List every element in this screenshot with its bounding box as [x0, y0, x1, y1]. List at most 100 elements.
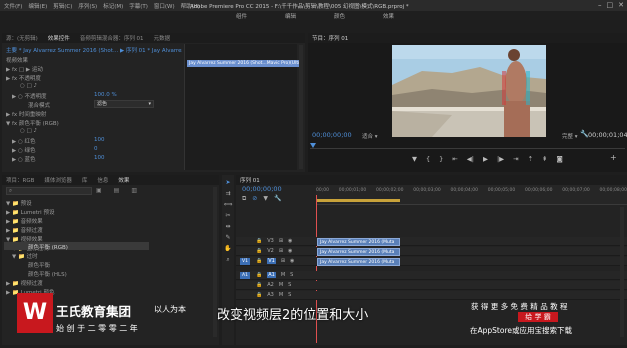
menu-edit[interactable]: 编辑(E) — [28, 2, 47, 10]
quality-select[interactable]: 完整 ▾ — [562, 132, 578, 140]
track-header-a3[interactable]: 🔒 A3 M S — [256, 292, 291, 298]
32bit-effects-icon[interactable]: ▤ — [114, 187, 120, 194]
tree-presets[interactable]: ▼ 📁 预设 — [6, 199, 32, 207]
hand-tool-icon[interactable]: ✋ — [224, 245, 231, 252]
lock-icon[interactable]: 🔒 — [256, 292, 262, 298]
workspace-tab-editing[interactable]: 编辑 — [285, 12, 296, 20]
minimize-icon[interactable]: – — [598, 1, 602, 9]
tree-color-balance-rgb[interactable]: 颜色平衡 (RGB) — [28, 243, 68, 251]
opacity-mask-tools[interactable]: ○ □ ♪ — [20, 83, 37, 89]
sync-lock-icon[interactable]: ⊞ — [279, 238, 283, 244]
close-icon[interactable]: ✕ — [618, 1, 624, 9]
tree-color-balance-hls[interactable]: 颜色平衡 (HLS) — [28, 270, 67, 278]
sync-lock-icon[interactable]: ⊞ — [281, 258, 285, 264]
track-header-v3[interactable]: 🔒 V3 ⊞ ◉ — [256, 238, 292, 244]
lock-icon[interactable]: 🔒 — [256, 248, 262, 254]
snap-icon[interactable]: ⧉ — [242, 195, 246, 203]
tree-color-balance-rgb-row[interactable] — [4, 242, 149, 250]
lock-icon[interactable]: 🔒 — [256, 282, 262, 288]
tab-sequence-01[interactable]: 序列 01 — [240, 176, 260, 184]
green-value[interactable]: 0 — [94, 146, 98, 152]
linked-selection-icon[interactable]: ⊘ — [252, 195, 257, 203]
zoom-tool-icon[interactable]: ⌕ — [226, 256, 229, 264]
mute-button[interactable]: M — [279, 282, 283, 288]
effect-row-motion[interactable]: ▶ fx □ ▶ 运动 — [6, 65, 43, 73]
tab-project[interactable]: 项目：RGB — [6, 176, 34, 184]
step-back-icon[interactable]: ◀| — [467, 155, 474, 163]
opacity-value[interactable]: 100.0 % — [94, 92, 117, 98]
menu-title[interactable]: 字幕(T) — [129, 2, 148, 10]
maximize-icon[interactable]: □ — [607, 1, 614, 9]
effects-search-input[interactable] — [16, 188, 90, 194]
blue-param[interactable]: ▶ ○ 蓝色 — [12, 155, 36, 163]
red-param[interactable]: ▶ ○ 红色 — [12, 137, 36, 145]
clip-v1[interactable]: Jay Alvarrez Summer 2016 (Muta — [317, 258, 400, 266]
go-to-in-icon[interactable]: ⇤ — [452, 155, 457, 163]
lock-icon[interactable]: 🔒 — [256, 258, 262, 264]
blend-mode-select[interactable]: 滤色 ▾ — [94, 100, 154, 108]
timeline-timecode[interactable]: 00;00;00;00 — [242, 185, 282, 193]
mark-in-icon[interactable]: { — [426, 155, 430, 163]
pen-tool-icon[interactable]: ✎ — [225, 234, 230, 241]
tree-audio-effects[interactable]: ▶ 📁 音频效果 — [6, 217, 43, 225]
lock-icon[interactable]: 🔒 — [256, 272, 262, 278]
slip-tool-icon[interactable]: ⇹ — [225, 223, 230, 230]
selection-tool-icon[interactable]: ➤ — [225, 179, 230, 186]
playhead-marker[interactable] — [310, 143, 316, 148]
tab-info[interactable]: 信息 — [97, 176, 108, 184]
solo-button[interactable]: S — [288, 292, 291, 298]
yuv-effects-icon[interactable]: ▥ — [131, 187, 137, 194]
add-marker-icon[interactable]: ▼ — [412, 155, 417, 163]
tab-source[interactable]: 源：(无剪辑) — [6, 34, 38, 42]
razor-tool-icon[interactable]: ✂ — [225, 212, 230, 219]
tree-color-balance[interactable]: 颜色平衡 — [28, 261, 50, 269]
tree-obsolete[interactable]: ▼ 📁 过时 — [12, 252, 38, 260]
timeline-scrollbar[interactable] — [620, 207, 624, 337]
menu-window[interactable]: 窗口(W) — [154, 2, 175, 10]
lift-icon[interactable]: ⇡ — [528, 155, 533, 163]
menu-file[interactable]: 文件(F) — [4, 2, 22, 10]
tab-audio-mixer[interactable]: 音频剪辑混合器：序列 01 — [80, 34, 144, 42]
mute-button[interactable]: M — [279, 292, 283, 298]
tab-libraries[interactable]: 库 — [82, 176, 88, 184]
tree-lumetri-presets[interactable]: ▶ 📁 Lumetri 预设 — [6, 208, 54, 216]
time-ruler[interactable]: 00;00 00;00;01;00 00;00;02;00 00;00;03;0… — [316, 185, 627, 205]
program-scrubber[interactable] — [310, 143, 625, 149]
add-marker-timeline-icon[interactable]: ▼ — [263, 195, 268, 203]
sync-lock-icon[interactable]: ⊞ — [279, 248, 283, 254]
clip-v3[interactable]: Jay Alvarrez Summer 2016 (Muta — [317, 238, 400, 246]
source-patch-a1[interactable]: A1 — [240, 272, 250, 279]
workspace-tab-assembly[interactable]: 组件 — [236, 12, 247, 20]
eye-icon[interactable]: ◉ — [288, 238, 292, 244]
export-frame-icon[interactable]: ◙ — [557, 155, 563, 163]
timeline-settings-icon[interactable]: 🔧 — [274, 195, 281, 203]
accelerated-effects-icon[interactable]: ▣ — [96, 187, 102, 194]
menu-marker[interactable]: 标记(M) — [103, 2, 123, 10]
track-header-v2[interactable]: 🔒 V2 ⊞ ◉ — [256, 248, 292, 254]
green-param[interactable]: ▶ ○ 绿色 — [12, 146, 36, 154]
clip-v2[interactable]: Jay Alvarrez Summer 2016 (Muta — [317, 248, 400, 256]
fit-select[interactable]: 适合 ▾ — [362, 132, 378, 140]
add-button-icon[interactable]: + — [610, 153, 617, 162]
go-to-out-icon[interactable]: ⇥ — [513, 155, 518, 163]
tab-effects[interactable]: 效果 — [118, 176, 129, 184]
mute-button[interactable]: M — [281, 272, 285, 278]
color-balance-mask-tools[interactable]: ○ □ ♪ — [20, 128, 37, 134]
ripple-edit-tool-icon[interactable]: ⟺ — [224, 201, 233, 208]
solo-button[interactable]: S — [288, 282, 291, 288]
effect-clip-bar[interactable]: Jay Alvarrez Summer 2016 (Shot...Mavic P… — [187, 60, 299, 67]
track-header-v1[interactable]: 🔒 V1 ⊞ ◉ — [256, 258, 294, 264]
eye-icon[interactable]: ◉ — [288, 248, 292, 254]
track-select-tool-icon[interactable]: ⇉ — [225, 190, 230, 197]
tab-metadata[interactable]: 元数据 — [154, 34, 171, 42]
workspace-tab-effects[interactable]: 效果 — [383, 12, 394, 20]
tree-audio-transitions[interactable]: ▶ 📁 音频过渡 — [6, 226, 43, 234]
eye-icon[interactable]: ◉ — [290, 258, 294, 264]
lock-icon[interactable]: 🔒 — [256, 238, 262, 244]
play-icon[interactable]: ▶ — [483, 155, 488, 163]
menu-clip[interactable]: 剪辑(C) — [53, 2, 72, 10]
step-forward-icon[interactable]: |▶ — [497, 155, 504, 163]
tab-program[interactable]: 节目：序列 01 — [312, 34, 348, 42]
opacity-param[interactable]: ▶ ○ 不透明度 — [12, 92, 47, 100]
effects-search[interactable]: ⌕ — [6, 187, 92, 195]
